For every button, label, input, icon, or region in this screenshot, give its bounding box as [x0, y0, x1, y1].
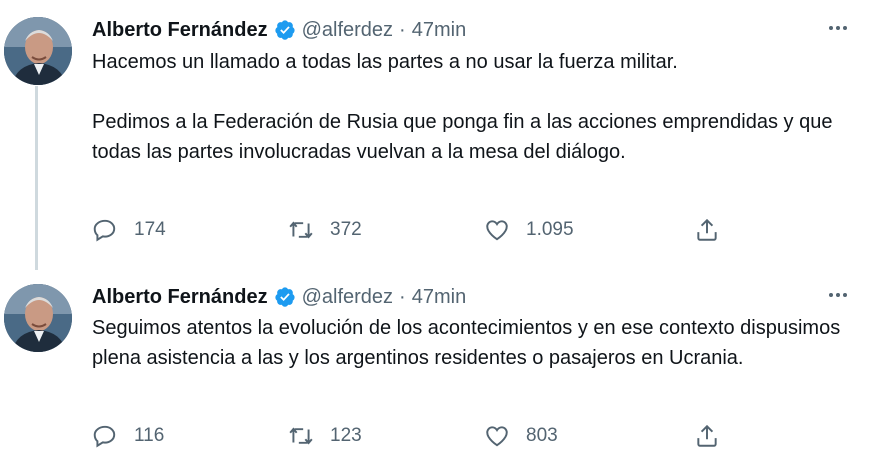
like-icon: [486, 220, 508, 241]
tweet-text: Seguimos atentos la evolución de los aco…: [92, 313, 862, 373]
more-icon[interactable]: [823, 280, 853, 310]
tweet-paragraph: Seguimos atentos la evolución de los aco…: [92, 317, 841, 369]
author-handle[interactable]: @alferdez: [302, 286, 393, 309]
like-icon: [486, 426, 508, 447]
tweet[interactable]: Alberto Fernández @alferdez · 47min Segu…: [0, 270, 883, 463]
tweet-actions: 174 372 1.095: [92, 215, 752, 245]
like-count: 803: [526, 425, 558, 446]
share-icon: [697, 424, 717, 447]
tweet-text: Hacemos un llamado a todas las partes a …: [92, 47, 862, 167]
share-icon: [697, 218, 717, 241]
retweet-count: 372: [330, 219, 362, 240]
author-name[interactable]: Alberto Fernández: [92, 19, 268, 42]
reply-icon: [93, 219, 116, 242]
retweet-button[interactable]: 123: [288, 423, 484, 449]
verified-badge-icon: [274, 19, 296, 41]
verified-badge-icon: [274, 286, 296, 308]
avatar[interactable]: [4, 17, 72, 85]
avatar[interactable]: [4, 284, 72, 352]
like-button[interactable]: 1.095: [484, 217, 680, 243]
share-button[interactable]: [694, 423, 720, 449]
separator: ·: [399, 18, 406, 41]
reply-button[interactable]: 116: [92, 423, 288, 449]
tweet[interactable]: Alberto Fernández @alferdez · 47min Hace…: [0, 0, 883, 270]
thread-line: [35, 86, 38, 270]
retweet-button[interactable]: 372: [288, 217, 484, 243]
tweet-paragraph: Pedimos a la Federación de Rusia que pon…: [92, 111, 833, 163]
reply-icon: [93, 425, 116, 448]
author-handle[interactable]: @alferdez: [302, 19, 393, 42]
author-name[interactable]: Alberto Fernández: [92, 286, 268, 309]
more-icon[interactable]: [823, 13, 853, 43]
reply-button[interactable]: 174: [92, 217, 288, 243]
share-button[interactable]: [694, 217, 720, 243]
retweet-icon: [289, 427, 313, 445]
tweet-paragraph: Hacemos un llamado a todas las partes a …: [92, 51, 678, 73]
timestamp[interactable]: 47min: [412, 286, 466, 309]
reply-count: 116: [134, 425, 165, 446]
reply-count: 174: [134, 219, 166, 240]
timestamp[interactable]: 47min: [412, 19, 466, 42]
like-button[interactable]: 803: [484, 423, 680, 449]
tweet-actions: 116 123 803: [92, 421, 752, 451]
retweet-icon: [289, 221, 313, 239]
retweet-count: 123: [330, 425, 362, 446]
like-count: 1.095: [526, 219, 574, 240]
separator: ·: [399, 285, 406, 308]
